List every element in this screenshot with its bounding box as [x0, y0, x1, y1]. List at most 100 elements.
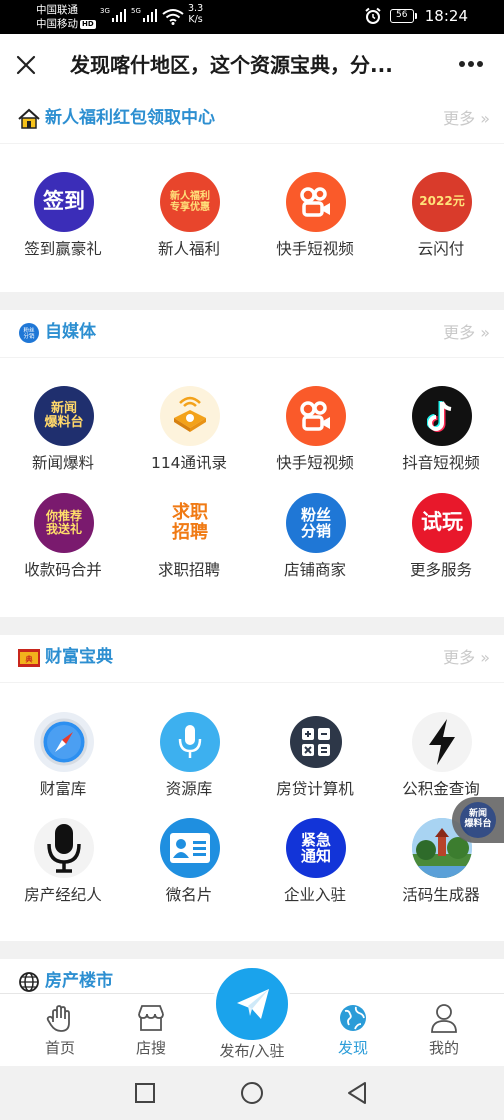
grid-item-label: 新闻爆料 [31, 454, 94, 472]
status-right: 56 18:24 [364, 7, 468, 25]
grid-item-label: 店铺商家 [283, 561, 346, 579]
more-link[interactable]: 更多 » [443, 108, 490, 130]
douyin-logo [427, 401, 452, 432]
page-title: 发现喀什地区，这个资源宝典，分... [70, 53, 393, 77]
section-title: 自媒体 [45, 322, 96, 342]
compass-icon [34, 712, 94, 772]
grid-item-wealth-lib[interactable]: 财富库 [0, 712, 126, 812]
grid-item-shop[interactable]: 粉丝 分销 店铺商家 [252, 493, 378, 593]
globe-grid-icon [19, 972, 39, 992]
grid-item-kuaishou-2[interactable]: 快手短视频 [252, 386, 378, 486]
grid-item-label: 快手短视频 [276, 454, 354, 472]
nav-store-search[interactable]: 店搜 [101, 994, 201, 1067]
net-label-1: 3G [100, 7, 110, 15]
publish-button[interactable] [213, 965, 291, 1043]
system-nav-bar [0, 1066, 504, 1120]
store-icon [138, 1005, 164, 1031]
net-speed-value: 3.3 [188, 3, 204, 14]
grid-item-label: 资源库 [165, 780, 213, 798]
section-wealth: 典 财富宝典 更多 » 财富库 资源库 房贷计算机 公积金查询 房产经纪人 微名… [0, 635, 504, 941]
more-options-icon[interactable] [458, 60, 484, 68]
carrier-2: 中国移动 [36, 18, 78, 30]
grid-item-label: 企业入驻 [283, 886, 346, 904]
fans-distribution-icon: 粉丝 分销 [286, 493, 346, 553]
grid-item-kuaishou[interactable]: 快手短视频 [252, 172, 378, 272]
grid-item-label: 新人福利 [157, 240, 220, 258]
grid-item-job[interactable]: 求职 招聘 求职招聘 [126, 493, 252, 593]
grid-item-unionpay[interactable]: 2022元 云闪付 [378, 172, 504, 272]
nav-home[interactable]: 首页 [10, 994, 110, 1067]
palm-hand-icon [46, 1005, 70, 1032]
compass-drawing [40, 718, 88, 766]
more-link[interactable]: 更多 » [443, 647, 490, 669]
grid-item-phonebook[interactable]: 114通讯录 [126, 386, 252, 486]
paper-plane-icon [237, 989, 269, 1019]
floating-news-icon: 新闻 爆料台 [460, 802, 496, 838]
section-title: 财富宝典 [45, 647, 113, 667]
checkin-icon: 签到 [34, 172, 94, 232]
calculator-icon [286, 712, 346, 772]
business-card-drawing [170, 833, 210, 863]
news-tipoff-icon: 新闻 爆料台 [34, 386, 94, 446]
home-icon [18, 108, 40, 129]
signal-icon-2: 5G [131, 7, 157, 22]
section-self-media: 粉丝 分销 自媒体 更多 » 新闻 爆料台 新闻爆料 114通讯录 快手短视频 … [0, 310, 504, 617]
title-bar: 发现喀什地区，这个资源宝典，分... [0, 34, 504, 96]
main-content[interactable]: 新人福利红包领取中心 更多 » 签到 签到赢豪礼 新人福利 专享优惠 新人福利 [0, 96, 504, 993]
hd-badge: HD [80, 20, 96, 29]
grid-item-more-services[interactable]: 试玩 更多服务 [378, 493, 504, 593]
home-button-icon[interactable] [240, 1081, 264, 1105]
microphone-drawing [178, 725, 202, 758]
grid-item-label: 财富库 [39, 780, 87, 798]
wealth-book-icon: 典 [18, 649, 40, 667]
grid-item-douyin[interactable]: 抖音短视频 [378, 386, 504, 486]
more-link[interactable]: 更多 » [443, 322, 490, 344]
nav-label: 首页 [44, 1039, 75, 1057]
grid-item-label: 房产经纪人 [24, 886, 102, 904]
mic-icon [34, 818, 94, 878]
recent-apps-icon[interactable] [134, 1082, 156, 1104]
battery-level: 56 [389, 9, 414, 23]
job-icon: 求职 招聘 [160, 493, 220, 553]
globe-icon [340, 1005, 366, 1031]
section-newbie-benefits: 新人福利红包领取中心 更多 » 签到 签到赢豪礼 新人福利 专享优惠 新人福利 [0, 96, 504, 292]
floating-news-text: 新闻 爆料台 [464, 809, 492, 829]
grid-item-news[interactable]: 新闻 爆料台 新闻爆料 [0, 386, 126, 486]
net-label-2: 5G [131, 7, 141, 15]
notice-icon: 紧急 通知 [286, 818, 346, 878]
user-icon [431, 1004, 457, 1033]
grid-item-label: 收款码合并 [24, 561, 102, 579]
grid-item-agent[interactable]: 房产经纪人 [0, 818, 126, 918]
phone-book-drawing [174, 396, 206, 432]
payment-code-icon: 你推荐 我送礼 [34, 493, 94, 553]
unionpay-icon: 2022元 [412, 172, 472, 232]
alarm-icon [365, 7, 381, 24]
status-bar: 中国联通 中国移动 HD 3G 5G 3.3 K/s 56 18:24 [0, 0, 504, 34]
grid-item-enterprise[interactable]: 紧急 通知 企业入驻 [252, 818, 378, 918]
section-title: 新人福利红包领取中心 [45, 108, 215, 128]
grid-item-mortgage-calc[interactable]: 房贷计算机 [252, 712, 378, 812]
nav-label: 发现 [337, 1039, 368, 1057]
grid-item-label: 更多服务 [409, 561, 472, 579]
grid-item-checkin[interactable]: 签到 签到赢豪礼 [0, 172, 126, 272]
kuaishou-logo [300, 187, 330, 217]
grid-item-label: 活码生成器 [402, 886, 480, 904]
carrier-info: 中国联通 中国移动 HD [36, 3, 96, 31]
nav-label: 我的 [428, 1039, 459, 1057]
grid-item-payment-code[interactable]: 你推荐 我送礼 收款码合并 [0, 493, 126, 593]
nav-profile[interactable]: 我的 [394, 994, 494, 1067]
grid-item-newbie[interactable]: 新人福利 专享优惠 新人福利 [126, 172, 252, 272]
nav-discover[interactable]: 发现 [303, 994, 403, 1067]
newbie-gift-icon: 新人福利 专享优惠 [160, 172, 220, 232]
close-icon[interactable] [14, 53, 38, 77]
phone-book-icon [160, 386, 220, 446]
grid-item-resource-lib[interactable]: 资源库 [126, 712, 252, 812]
signal-icon-1: 3G [100, 7, 126, 22]
grid-item-business-card[interactable]: 微名片 [126, 818, 252, 918]
floating-news-bubble[interactable]: 新闻 爆料台 [452, 797, 504, 843]
back-icon[interactable] [346, 1081, 368, 1105]
wifi-icon [162, 9, 184, 25]
lightning-icon [412, 712, 472, 772]
carrier-1: 中国联通 [36, 4, 78, 16]
publish-label[interactable]: 发布/入驻 [202, 1041, 302, 1061]
